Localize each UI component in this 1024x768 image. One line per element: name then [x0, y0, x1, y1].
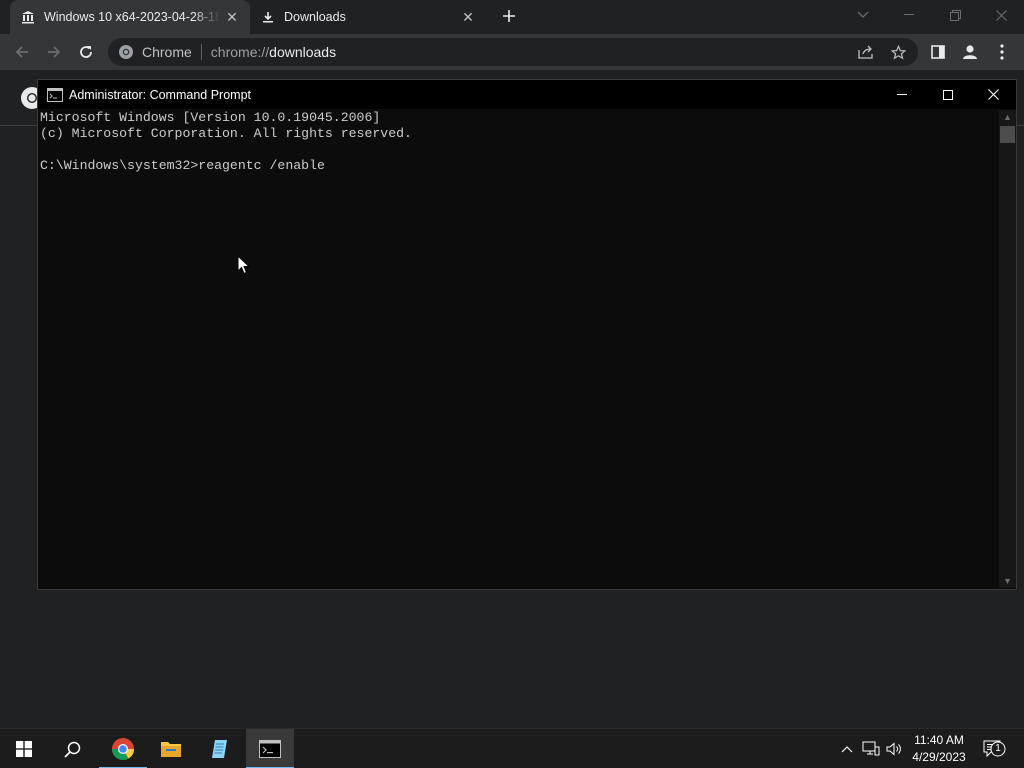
close-icon [987, 89, 999, 100]
search-icon [63, 741, 80, 758]
scrollbar-thumb[interactable] [1000, 126, 1015, 143]
search-button[interactable] [48, 729, 96, 768]
cmd-title-bar[interactable]: Administrator: Command Prompt [38, 80, 1016, 109]
command-prompt-icon [259, 740, 281, 758]
star-icon [890, 44, 906, 60]
back-button[interactable] [10, 40, 34, 64]
cmd-console-output[interactable]: Microsoft Windows [Version 10.0.19045.20… [40, 110, 998, 588]
network-icon [862, 741, 880, 756]
restore-button[interactable] [932, 0, 978, 30]
minimize-button[interactable] [886, 0, 932, 30]
close-window-button[interactable] [978, 0, 1024, 30]
close-tab-icon[interactable]: ✕ [224, 9, 240, 25]
chevron-up-icon [841, 746, 853, 753]
reload-icon [80, 46, 92, 58]
browser-toolbar: Chrome chrome:// downloads [0, 34, 1024, 70]
taskbar-notepad[interactable] [196, 729, 244, 768]
scroll-up-icon[interactable]: ▲ [999, 110, 1016, 124]
chevron-down-icon [857, 11, 869, 18]
close-icon [995, 9, 1007, 21]
kebab-menu-icon [1000, 44, 1004, 60]
notepad-icon [212, 740, 227, 758]
tab-windows-10[interactable]: Windows 10 x64-2023-04-28-18 ✕ [10, 0, 250, 34]
share-icon [858, 45, 873, 59]
url-scheme: chrome:// [210, 44, 270, 60]
taskbar-file-explorer[interactable] [147, 729, 195, 768]
bookmark-button[interactable] [886, 38, 910, 66]
new-tab-button[interactable] [498, 5, 520, 27]
divider [200, 44, 202, 60]
cmd-scrollbar[interactable]: ▲ ▼ [999, 110, 1016, 588]
cmd-maximize-button[interactable] [925, 80, 971, 109]
forward-button[interactable] [42, 40, 66, 64]
taskbar-clock[interactable]: 11:40 AM 4/29/2023 [900, 732, 978, 766]
cmd-window-title: Administrator: Command Prompt [69, 87, 252, 102]
folder-icon [161, 742, 181, 757]
minimize-icon [897, 93, 907, 95]
maximize-icon [943, 89, 953, 100]
clock-date: 4/29/2023 [912, 750, 966, 764]
taskbar-chrome[interactable] [99, 729, 147, 768]
arrow-left-icon [15, 46, 28, 58]
tab-strip: Windows 10 x64-2023-04-28-18 ✕ Downloads… [0, 0, 1024, 34]
profile-button[interactable] [958, 40, 982, 64]
address-bar[interactable]: Chrome chrome:// downloads [108, 38, 918, 66]
scroll-down-icon[interactable]: ▼ [999, 574, 1016, 588]
clock-time: 11:40 AM [914, 733, 964, 747]
mouse-cursor-icon [237, 255, 251, 275]
console-prompt-line: C:\Windows\system32>reagentc /enable [40, 158, 325, 173]
notification-count: 1 [995, 743, 1001, 754]
notification-badge: 1 [990, 741, 1006, 757]
chrome-logo-icon [119, 45, 133, 59]
tab-search-button[interactable] [840, 0, 886, 30]
reload-button[interactable] [74, 40, 98, 64]
tab-downloads[interactable]: Downloads ✕ [250, 0, 486, 34]
close-tab-icon[interactable]: ✕ [460, 9, 476, 25]
network-button[interactable] [860, 729, 882, 768]
download-icon [260, 9, 276, 25]
site-chip: Chrome [142, 44, 192, 60]
bank-icon [20, 9, 36, 25]
console-line: Microsoft Windows [Version 10.0.19045.20… [40, 110, 381, 125]
windows-taskbar: 11:40 AM 4/29/2023 1 [0, 728, 1024, 768]
cmd-minimize-button[interactable] [879, 80, 925, 109]
windows-logo-icon [16, 741, 32, 757]
show-hidden-icons-button[interactable] [836, 729, 858, 768]
command-prompt-icon [47, 87, 63, 102]
avatar-icon [963, 45, 977, 59]
plus-icon [503, 10, 515, 22]
tab-title: Windows 10 x64-2023-04-28-18 [44, 10, 220, 24]
side-panel-icon [931, 45, 945, 59]
console-line: (c) Microsoft Corporation. All rights re… [40, 126, 412, 141]
side-panel-button[interactable] [926, 40, 950, 64]
arrow-right-icon [48, 46, 61, 58]
tab-title: Downloads [284, 10, 346, 24]
menu-button[interactable] [990, 40, 1014, 64]
start-button[interactable] [0, 729, 48, 768]
cmd-close-button[interactable] [970, 80, 1016, 109]
command-prompt-window: Administrator: Command Prompt Microsoft … [37, 79, 1017, 590]
chrome-logo-icon [112, 738, 134, 760]
minimize-icon [904, 14, 914, 15]
restore-icon [949, 9, 961, 21]
share-button[interactable] [854, 38, 878, 66]
url-host: downloads [269, 44, 337, 60]
taskbar-command-prompt[interactable] [246, 729, 294, 768]
